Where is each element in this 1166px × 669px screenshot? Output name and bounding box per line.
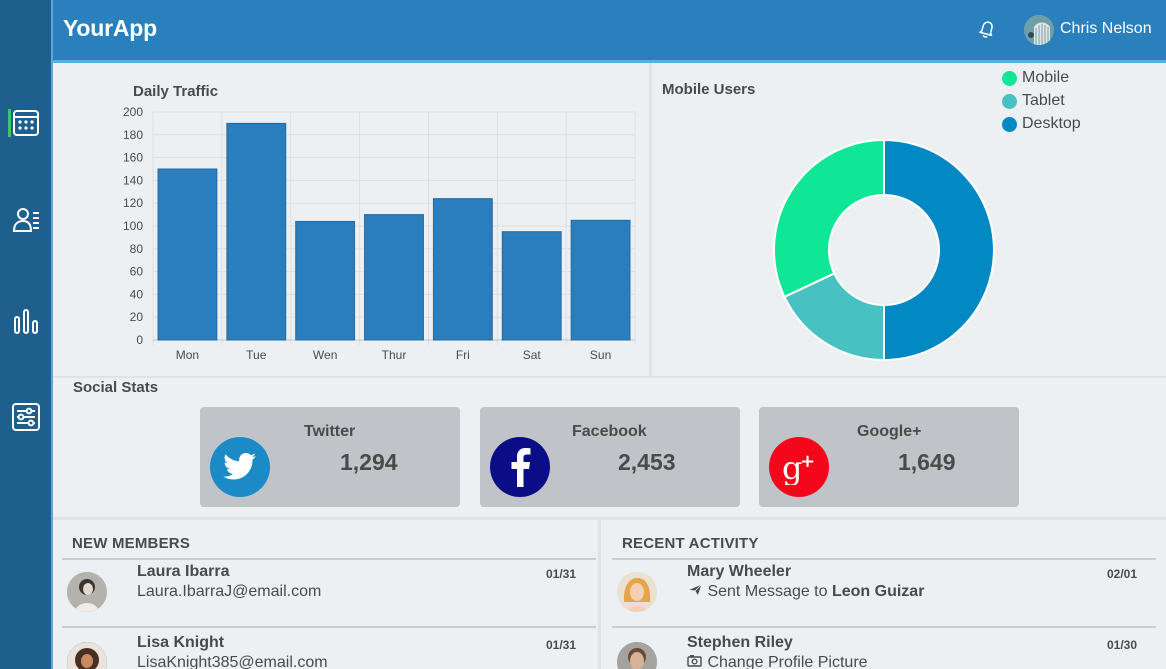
avatar [617,642,657,669]
bar-fri[interactable] [432,198,493,341]
y-tick-label: 0 [136,333,143,347]
x-tick-label: Tue [246,348,267,362]
avatar [617,572,657,612]
bell-icon[interactable] [975,17,999,41]
social-stats-panel: Social Stats Twitter 1,294 Facebook 2,45… [53,378,1166,517]
daily-traffic-chart: 0 20 40 60 80 100 120 140 160 180 200 Mon Tue Wen Thur… [123,105,636,362]
activity-target[interactable]: Leon Guizar [832,583,924,600]
x-tick-label: Thur [382,348,407,362]
y-tick-label: 160 [123,151,143,165]
activity-date: 02/01 [1107,567,1138,581]
mobile-users-donut-chart [773,138,995,362]
bar-wen[interactable] [295,220,356,341]
google-plus-label: Google+ [857,423,922,440]
y-tick-label: 40 [130,287,144,301]
y-tick-label: 20 [130,310,144,324]
app-title[interactable]: YourApp [63,15,157,42]
x-tick-label: Fri [456,348,470,362]
activity-date: 01/30 [1107,638,1138,652]
member-email: Laura.IbarraJ@email.com [137,583,322,600]
bar-tue[interactable] [226,122,287,341]
y-tick-label: 140 [123,173,143,187]
avatar [67,572,107,612]
divider [62,558,596,560]
divider [612,626,1156,628]
google-plus-card[interactable]: Google+ 1,649 g + [759,407,1019,507]
y-tick-label: 100 [123,219,143,233]
avatar [67,642,107,669]
user-avatar[interactable] [1024,15,1054,45]
recent-activity-panel: RECENT ACTIVITY Mary Wheeler Sent Messag… [601,520,1166,669]
y-tick-label: 80 [130,242,144,256]
daily-traffic-panel: Daily Traffic 0 20 40 60 80 100 120 140 160 180 20… [53,63,649,376]
activity-user-name: Mary Wheeler [687,563,792,580]
social-stats-title: Social Stats [73,379,159,396]
new-members-heading: NEW MEMBERS [72,535,191,552]
recent-activity-heading: RECENT ACTIVITY [622,535,759,552]
users-list-icon [12,208,39,232]
x-tick-label: Sat [523,348,542,362]
divider [62,626,596,628]
x-tick-label: Wen [313,348,337,362]
twitter-icon [210,437,270,497]
sidebar-item-settings[interactable] [0,392,51,442]
activity-action: Sent Message to [707,583,832,600]
activity-action: Change Profile Picture [707,654,868,669]
bar-chart-icon [13,309,38,334]
mobile-users-panel: Mobile Users Mobile Tablet Desktop [652,63,1166,376]
member-date: 01/31 [546,567,577,581]
google-plus-icon: g + [769,437,829,497]
calendar-icon [12,110,39,136]
activity-description: Change Profile Picture [687,654,868,669]
svg-text:+: + [800,451,815,472]
y-tick-label: 60 [130,265,144,279]
activity-user-name: Stephen Riley [687,634,793,651]
facebook-count: 2,453 [618,449,676,475]
x-tick-label: Sun [590,348,611,362]
top-header: YourApp Chris Nelson [53,0,1166,60]
facebook-icon [490,437,550,497]
sidebar [0,0,51,669]
y-tick-label: 180 [123,128,143,142]
sidebar-item-users[interactable] [0,195,51,245]
camera-icon [687,654,703,668]
google-plus-count: 1,649 [898,449,956,475]
bar-mon[interactable] [157,168,218,341]
member-date: 01/31 [546,638,577,652]
send-icon [686,583,703,597]
divider [612,558,1156,560]
member-name: Laura Ibarra [137,563,230,580]
bar-sun[interactable] [570,219,631,341]
donut-slice-mobile[interactable] [773,138,885,299]
member-name: Lisa Knight [137,634,225,651]
member-email: LisaKnight385@email.com [137,654,328,669]
facebook-card[interactable]: Facebook 2,453 [480,407,740,507]
settings-sliders-icon [11,403,40,431]
sidebar-item-calendar[interactable] [0,98,51,148]
y-tick-label: 120 [123,196,143,210]
new-members-panel: NEW MEMBERS Laura Ibarra Laura.IbarraJ@e… [53,520,598,669]
activity-description: Sent Message to Leon Guizar [686,583,924,601]
x-tick-label: Mon [176,348,199,362]
bar-sat[interactable] [501,231,562,341]
bar-thur[interactable] [364,214,424,341]
twitter-count: 1,294 [340,449,398,475]
user-name[interactable]: Chris Nelson [1060,20,1152,38]
sidebar-item-stats[interactable] [0,296,51,346]
twitter-card[interactable]: Twitter 1,294 [200,407,460,507]
y-tick-label: 200 [123,105,143,119]
donut-slice-desktop[interactable] [883,138,995,362]
